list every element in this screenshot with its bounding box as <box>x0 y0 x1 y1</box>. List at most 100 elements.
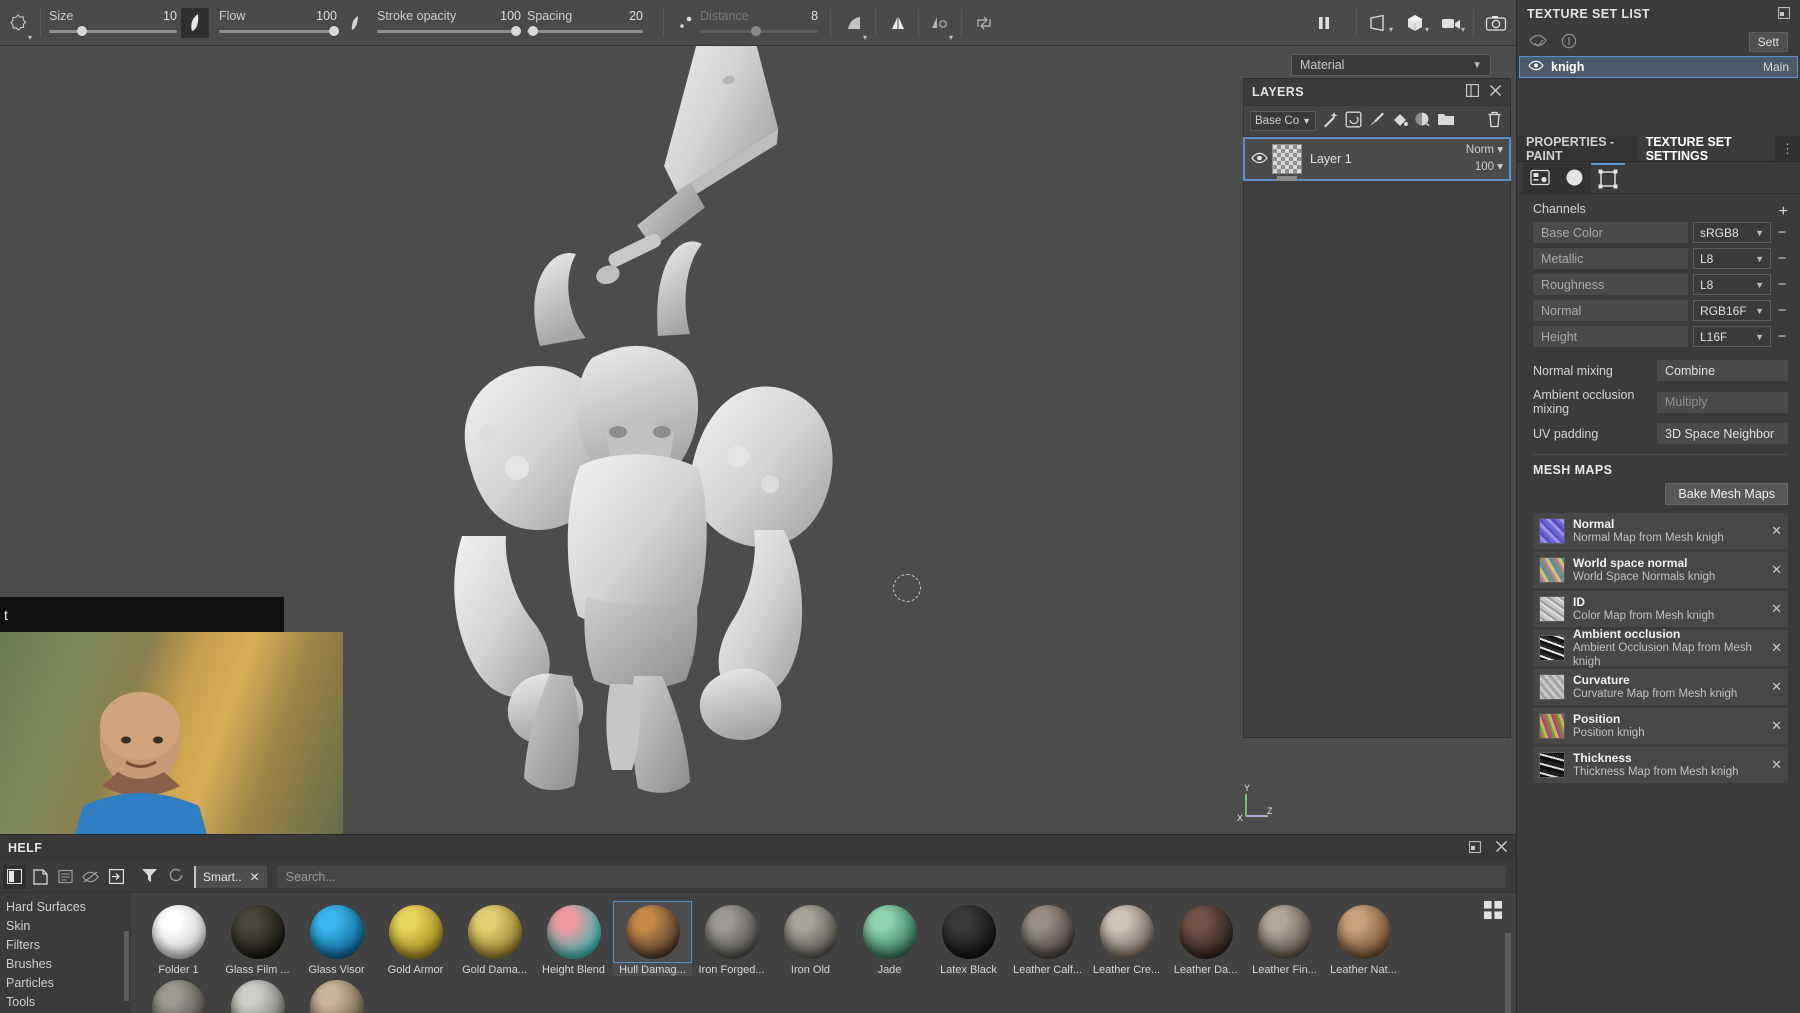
video-record-chevron-icon[interactable]: ▾ <box>1461 25 1465 37</box>
remove-mesh-map-icon[interactable]: ✕ <box>1771 523 1782 539</box>
subtab-uv-tile-icon[interactable] <box>1591 162 1625 193</box>
brush-falloff-chevron-icon[interactable]: ▾ <box>863 33 867 45</box>
material-swatch[interactable]: Hull Damag... <box>613 901 692 976</box>
tab-texture-set-settings[interactable]: TEXTURE SET SETTINGS <box>1636 135 1775 163</box>
material-swatch[interactable]: Leather Cre... <box>1087 901 1166 976</box>
add-smart-material-icon[interactable] <box>1322 111 1339 131</box>
param-size[interactable]: Size 10 <box>49 3 178 43</box>
viewport-material-dropdown[interactable]: Material ▼ <box>1291 54 1491 76</box>
param-stroke-opacity[interactable]: Stroke opacity 100 <box>377 3 522 43</box>
add-fill-icon[interactable] <box>1391 111 1409 131</box>
shelf-category-brushes[interactable]: Brushes <box>0 954 131 973</box>
bake-mesh-maps-button[interactable]: Bake Mesh Maps <box>1665 483 1788 505</box>
symmetry-icon[interactable] <box>884 9 912 37</box>
remove-channel-icon[interactable]: − <box>1776 302 1788 319</box>
material-swatch[interactable]: Gold Armor <box>376 901 455 976</box>
add-paint-layer-icon[interactable] <box>1368 111 1385 131</box>
layer-opacity[interactable]: 100 <box>1475 161 1494 173</box>
add-folder-icon[interactable] <box>1437 112 1455 130</box>
grid-view-icon[interactable] <box>1484 901 1502 919</box>
transform-symmetry-icon[interactable] <box>970 9 998 37</box>
tab-properties-paint[interactable]: PROPERTIES - PAINT <box>1517 135 1637 163</box>
shelf-category-tools[interactable]: Tools <box>0 992 131 1011</box>
layer-row[interactable]: Layer 1 Norm ▾ 100 ▾ <box>1243 137 1511 181</box>
chevron-down-icon[interactable]: ▾ <box>1497 161 1503 173</box>
remove-mesh-map-icon[interactable]: ✕ <box>1771 640 1782 656</box>
uv-padding-value[interactable]: 3D Space Neighbor <box>1657 423 1788 444</box>
close-icon[interactable] <box>1495 840 1508 856</box>
add-fill-layer-icon[interactable] <box>1345 111 1362 131</box>
add-mask-icon[interactable] <box>1414 111 1431 131</box>
layer-thumbnail[interactable] <box>1272 144 1302 181</box>
param-size-slider[interactable] <box>49 26 178 36</box>
material-swatch[interactable]: Leather Rou... <box>139 976 218 1013</box>
close-icon[interactable]: ✕ <box>250 870 260 884</box>
import-icon[interactable] <box>105 865 128 889</box>
material-swatch[interactable]: Leather Sea... <box>297 976 376 1013</box>
remove-mesh-map-icon[interactable]: ✕ <box>1771 757 1782 773</box>
brush-shape-preview[interactable] <box>181 7 210 38</box>
layer-visibility-icon[interactable] <box>1251 152 1268 167</box>
channel-format-dropdown[interactable]: L8 ▼ <box>1693 248 1771 269</box>
shelf-category-skin[interactable]: Skin <box>0 916 131 935</box>
refresh-icon[interactable] <box>168 867 184 886</box>
mesh-map-item[interactable]: Ambient occlusion Ambient Occlusion Map … <box>1533 627 1788 668</box>
dock-float-icon[interactable] <box>1469 840 1481 856</box>
split-view-icon[interactable] <box>1466 84 1479 100</box>
param-stroke-opacity-slider[interactable] <box>377 26 522 36</box>
material-swatch[interactable]: Latex Black <box>929 901 1008 976</box>
texture-set-settings-button[interactable]: Sett <box>1748 32 1788 52</box>
dock-float-icon[interactable] <box>1778 6 1790 22</box>
mesh-map-item[interactable]: Position Position knigh ✕ <box>1533 708 1788 744</box>
material-swatch[interactable]: Gold Dama... <box>455 901 534 976</box>
material-swatch[interactable]: Glass Film ... <box>218 901 297 976</box>
material-swatch[interactable]: Iron Old <box>771 901 850 976</box>
layer-blend-mode[interactable]: Norm <box>1466 144 1494 156</box>
new-item-icon[interactable] <box>28 865 51 889</box>
channel-format-dropdown[interactable]: sRGB8 ▼ <box>1693 222 1771 243</box>
close-icon[interactable] <box>1489 84 1502 100</box>
channel-format-dropdown[interactable]: RGB16F ▼ <box>1693 300 1771 321</box>
remove-channel-icon[interactable]: − <box>1776 250 1788 267</box>
slider-knob[interactable] <box>528 26 539 36</box>
delete-layer-icon[interactable] <box>1487 111 1502 131</box>
shelf-sidebar-scrollbar[interactable] <box>124 931 129 1001</box>
symmetry-options-chevron-icon[interactable]: ▾ <box>949 33 953 45</box>
shelf-category-filters[interactable]: Filters <box>0 935 131 954</box>
toggle-visibility-icon[interactable] <box>1529 34 1547 50</box>
mesh-map-item[interactable]: Thickness Thickness Map from Mesh knigh … <box>1533 747 1788 783</box>
param-flow[interactable]: Flow 100 <box>219 3 339 43</box>
shelf-category-hard-surfaces[interactable]: Hard Surfaces <box>0 897 131 916</box>
remove-channel-icon[interactable]: − <box>1776 276 1788 293</box>
layers-channel-dropdown[interactable]: Base Co ▼ <box>1250 111 1317 131</box>
tabs-overflow-icon[interactable]: ⋮ <box>1775 136 1800 161</box>
slider-knob[interactable] <box>77 26 88 36</box>
mesh-map-item[interactable]: Normal Normal Map from Mesh knigh ✕ <box>1533 513 1788 549</box>
material-swatch[interactable]: Height Blend <box>534 901 613 976</box>
chevron-down-icon[interactable]: ▾ <box>1497 144 1503 156</box>
param-spacing[interactable]: Spacing 20 <box>527 3 644 43</box>
mesh-map-item[interactable]: Curvature Curvature Map from Mesh knigh … <box>1533 669 1788 705</box>
material-swatch[interactable]: Leather Rou... <box>218 976 297 1013</box>
mesh-map-item[interactable]: World space normal World Space Normals k… <box>1533 552 1788 588</box>
normal-mixing-value[interactable]: Combine <box>1657 360 1788 381</box>
flow-curve-icon[interactable] <box>341 9 369 37</box>
shelf-search-input[interactable]: Search... <box>276 865 1506 888</box>
channel-format-dropdown[interactable]: L16F ▼ <box>1693 326 1771 347</box>
param-spacing-slider[interactable] <box>527 26 644 36</box>
pause-icon[interactable] <box>1310 9 1338 37</box>
shelf-category-particles[interactable]: Particles <box>0 973 131 992</box>
material-swatch[interactable]: Leather Calf... <box>1008 901 1087 976</box>
material-swatch[interactable]: Glass Visor <box>297 901 376 976</box>
remove-channel-icon[interactable]: − <box>1776 224 1788 241</box>
screenshot-icon[interactable] <box>1482 9 1510 37</box>
remove-channel-icon[interactable]: − <box>1776 328 1788 345</box>
library-icon[interactable] <box>54 865 77 889</box>
material-swatch[interactable]: Jade <box>850 901 929 976</box>
texture-set-visibility-icon[interactable] <box>1528 60 1544 74</box>
remove-mesh-map-icon[interactable]: ✕ <box>1771 679 1782 695</box>
texture-set-item-knigh[interactable]: knigh Main <box>1519 56 1798 78</box>
all-items-icon[interactable] <box>3 864 27 889</box>
mesh-map-item[interactable]: ID Color Map from Mesh knigh ✕ <box>1533 591 1788 627</box>
add-channel-icon[interactable]: + <box>1779 204 1788 220</box>
